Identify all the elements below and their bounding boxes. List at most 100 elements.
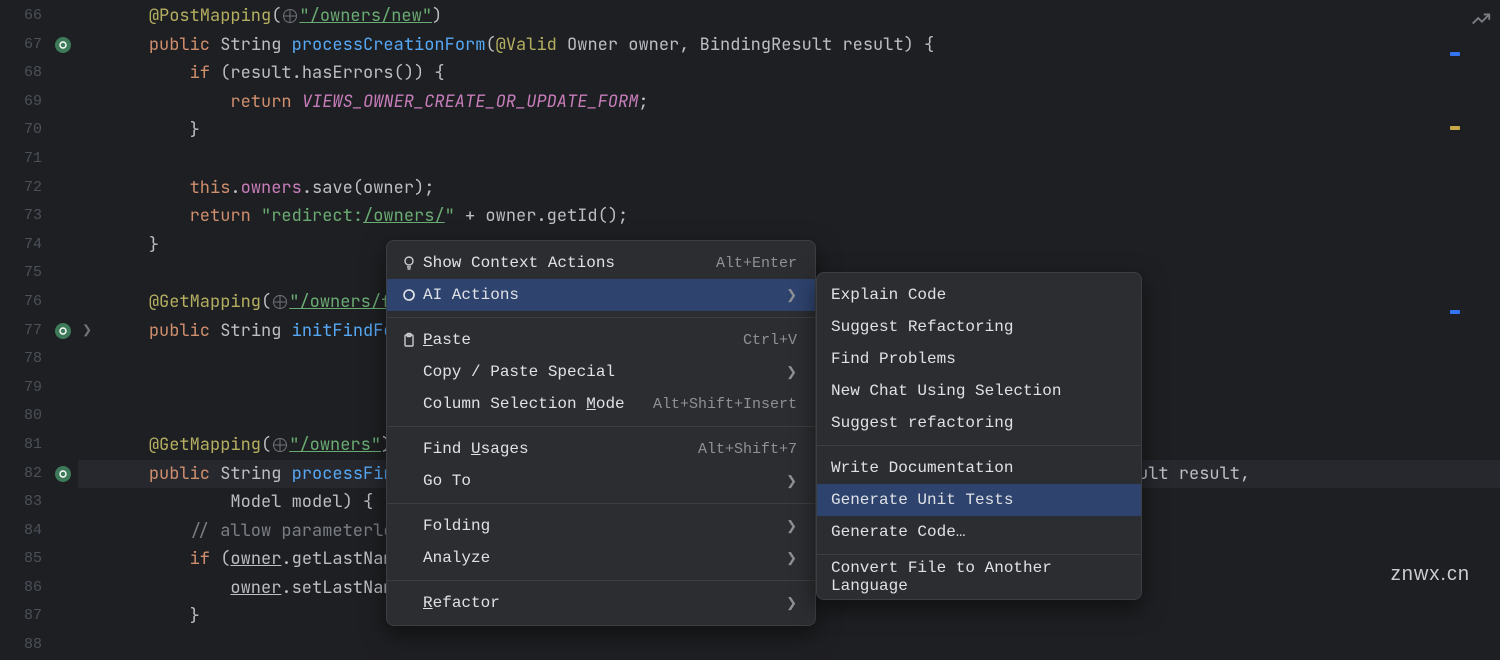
menu-item-label: AI Actions (423, 286, 778, 304)
menu-item-column-selection-mode[interactable]: Column Selection ModeAlt+Shift+Insert (387, 388, 815, 420)
line-number: 70 (0, 116, 78, 145)
menu-item-generate-unit-tests[interactable]: Generate Unit Tests (817, 484, 1141, 516)
line-number: 84 (0, 517, 78, 546)
line-number: 75 (0, 259, 78, 288)
menu-item-go-to[interactable]: Go To❯ (387, 465, 815, 497)
menu-item-label: Analyze (423, 549, 778, 567)
menu-item-ai-actions[interactable]: AI Actions ❯ (387, 279, 815, 311)
menu-item-label: Write Documentation (831, 459, 1123, 477)
line-number: 85 (0, 545, 78, 574)
menu-separator (817, 554, 1141, 555)
code-line-tail: ult result, (1138, 460, 1250, 489)
menu-item-analyze[interactable]: Analyze ❯ (387, 542, 815, 574)
menu-item-label: Suggest refactoring (831, 414, 1123, 432)
line-number: 76 (0, 288, 78, 317)
line-number: 81 (0, 431, 78, 460)
menu-item-label: Convert File to Another Language (831, 559, 1123, 595)
line-number: 67 (0, 31, 78, 60)
chevron-right-icon: ❯ (786, 519, 797, 534)
line-number: 74 (0, 231, 78, 260)
chevron-right-icon: ❯ (786, 551, 797, 566)
ai-icon (401, 287, 423, 303)
menu-item-label: New Chat Using Selection (831, 382, 1123, 400)
menu-item-label: Column Selection Mode (423, 395, 653, 413)
menu-separator (817, 445, 1141, 446)
menu-item-convert-file-to-another-language[interactable]: Convert File to Another Language (817, 561, 1141, 593)
menu-item-label: Copy / Paste Special (423, 363, 778, 381)
line-number-gutter: 666768697071727374757677❯787980818283848… (0, 0, 78, 600)
chevron-right-icon: ❯ (786, 288, 797, 303)
code-line[interactable]: } (78, 116, 1500, 145)
menu-item-label: Paste (423, 331, 743, 349)
ai-gutter-icon[interactable] (54, 322, 72, 340)
menu-item-label: Find Problems (831, 350, 1123, 368)
menu-item-explain-code[interactable]: Explain Code (817, 279, 1141, 311)
menu-item-label: Folding (423, 517, 778, 535)
menu-item-copy-paste-special[interactable]: Copy / Paste Special ❯ (387, 356, 815, 388)
ai-gutter-icon[interactable] (54, 36, 72, 54)
menu-item-label: Go To (423, 472, 778, 490)
menu-item-show-context-actions[interactable]: Show Context ActionsAlt+Enter (387, 247, 815, 279)
menu-item-folding[interactable]: Folding ❯ (387, 510, 815, 542)
menu-item-label: Refactor (423, 594, 778, 612)
line-number: 86 (0, 574, 78, 603)
inspections-icon[interactable] (1470, 8, 1492, 35)
menu-item-refactor[interactable]: Refactor ❯ (387, 587, 815, 619)
line-number: 77❯ (0, 317, 78, 346)
line-number: 80 (0, 402, 78, 431)
menu-item-suggest-refactoring[interactable]: Suggest refactoring (817, 407, 1141, 439)
menu-item-label: Suggest Refactoring (831, 318, 1123, 336)
menu-item-write-documentation[interactable]: Write Documentation (817, 452, 1141, 484)
menu-item-shortcut: Alt+Enter (716, 255, 797, 272)
menu-item-shortcut: Alt+Shift+Insert (653, 396, 797, 413)
code-line[interactable]: return VIEWS_OWNER_CREATE_OR_UPDATE_FORM… (78, 88, 1500, 117)
line-number: 79 (0, 374, 78, 403)
chevron-right-icon: ❯ (786, 596, 797, 611)
code-line[interactable]: return "redirect:/owners/" + owner.getId… (78, 202, 1500, 231)
line-number: 66 (0, 2, 78, 31)
menu-item-find-usages[interactable]: Find UsagesAlt+Shift+7 (387, 433, 815, 465)
line-number: 83 (0, 488, 78, 517)
menu-item-label: Generate Unit Tests (831, 491, 1123, 509)
paste-icon (401, 332, 423, 348)
line-number: 69 (0, 88, 78, 117)
code-line[interactable] (78, 631, 1500, 660)
line-number: 87 (0, 602, 78, 631)
menu-item-generate-code[interactable]: Generate Code… (817, 516, 1141, 548)
menu-item-suggest-refactoring[interactable]: Suggest Refactoring (817, 311, 1141, 343)
menu-item-label: Generate Code… (831, 523, 1123, 541)
error-stripe-mark[interactable] (1450, 310, 1460, 314)
code-line[interactable] (78, 145, 1500, 174)
line-number: 73 (0, 202, 78, 231)
bulb-icon (401, 255, 423, 271)
line-number: 72 (0, 174, 78, 203)
menu-separator (387, 426, 815, 427)
line-number: 82 (0, 460, 78, 489)
line-number: 78 (0, 345, 78, 374)
menu-item-shortcut: Alt+Shift+7 (698, 441, 797, 458)
line-number: 71 (0, 145, 78, 174)
menu-item-new-chat-using-selection[interactable]: New Chat Using Selection (817, 375, 1141, 407)
error-stripe-mark[interactable] (1450, 126, 1460, 130)
error-stripe-mark[interactable] (1450, 52, 1460, 56)
ai-gutter-icon[interactable] (54, 465, 72, 483)
menu-item-label: Find Usages (423, 440, 698, 458)
code-line[interactable]: @PostMapping("/owners/new") (78, 2, 1500, 31)
menu-separator (387, 580, 815, 581)
line-number: 68 (0, 59, 78, 88)
chevron-right-icon: ❯ (786, 365, 797, 380)
code-line[interactable]: if (result.hasErrors()) { (78, 59, 1500, 88)
watermark: znwx.cn (1391, 563, 1470, 586)
menu-item-shortcut: Ctrl+V (743, 332, 797, 349)
menu-separator (387, 317, 815, 318)
menu-separator (387, 503, 815, 504)
code-line[interactable]: this.owners.save(owner); (78, 174, 1500, 203)
error-stripe[interactable] (1450, 0, 1462, 600)
menu-item-label: Explain Code (831, 286, 1123, 304)
ai-actions-submenu: Explain Code Suggest Refactoring Find Prob… (816, 272, 1142, 600)
code-line[interactable]: public String processCreationForm(@Valid… (78, 31, 1500, 60)
menu-item-find-problems[interactable]: Find Problems (817, 343, 1141, 375)
line-number: 88 (0, 631, 78, 660)
menu-item-paste[interactable]: PasteCtrl+V (387, 324, 815, 356)
context-menu: Show Context ActionsAlt+Enter AI Actions ❯… (386, 240, 816, 626)
